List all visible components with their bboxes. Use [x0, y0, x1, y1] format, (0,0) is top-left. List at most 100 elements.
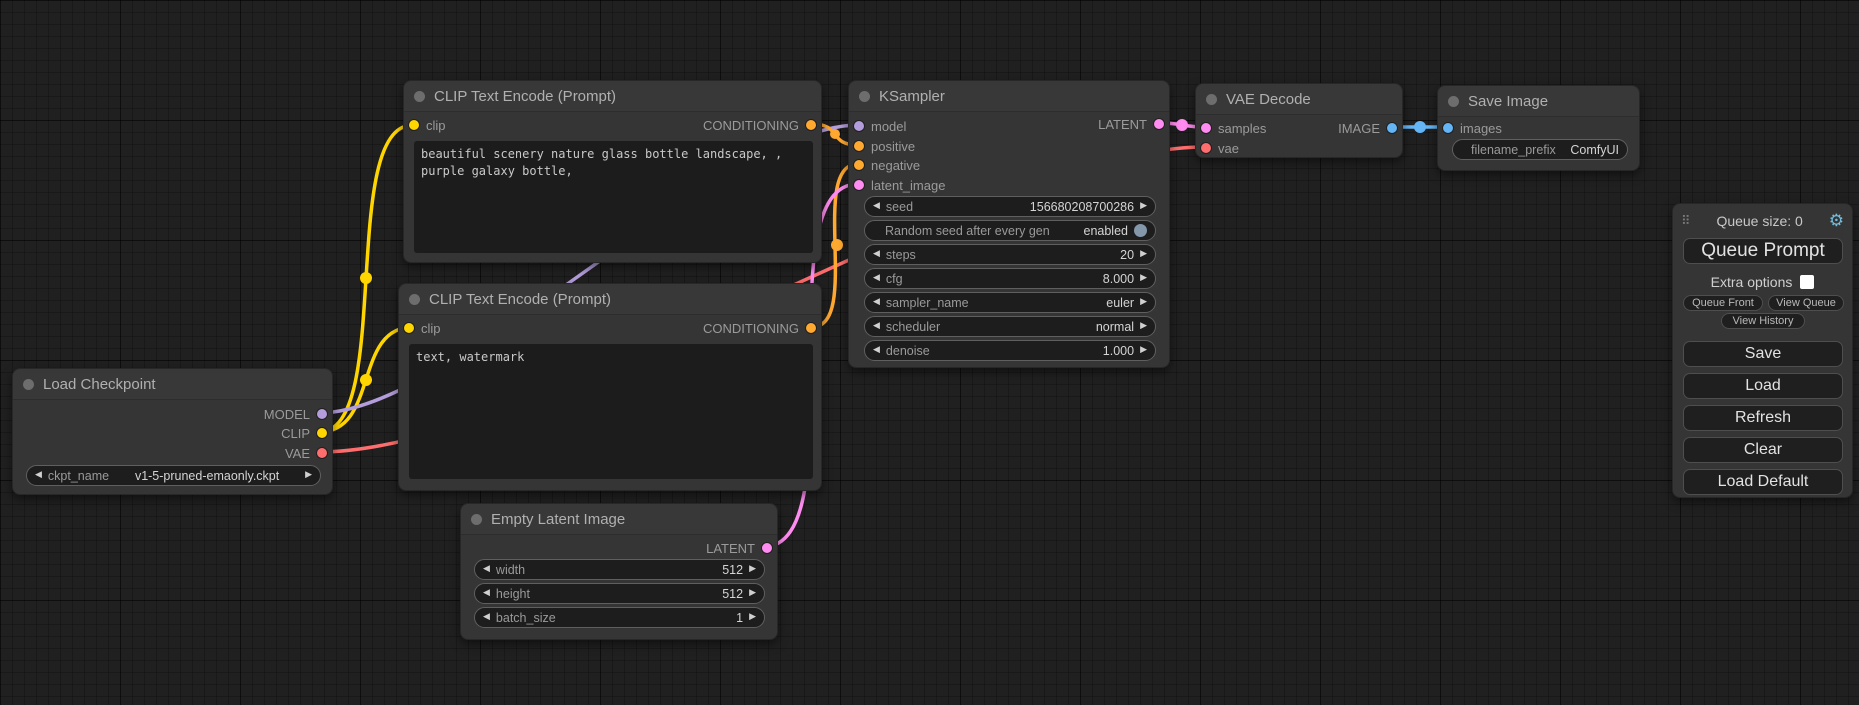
load-button[interactable]: Load [1683, 373, 1843, 399]
input-slot-latent-image[interactable]: latent_image [854, 175, 945, 195]
node-title-bar[interactable]: CLIP Text Encode (Prompt) [404, 81, 821, 112]
ckpt-name-widget[interactable]: ◀ ckpt_name v1-5-pruned-emaonly.ckpt ▶ [26, 465, 321, 486]
decrement-arrow-icon[interactable]: ◀ [873, 250, 880, 259]
node-ksampler[interactable]: KSampler model positive negative latent_… [848, 80, 1170, 368]
node-graph-canvas[interactable]: Load Checkpoint MODEL CLIP VAE ◀ ckpt_na… [0, 0, 1859, 705]
increment-arrow-icon[interactable]: ▶ [1140, 346, 1147, 355]
output-slot-latent[interactable]: LATENT [1098, 114, 1164, 134]
input-slot-images[interactable]: images [1443, 118, 1502, 138]
input-slot-dot[interactable] [409, 120, 419, 130]
output-slot-conditioning[interactable]: CONDITIONING [703, 318, 816, 338]
decrement-arrow-icon[interactable]: ◀ [873, 274, 880, 283]
node-collapse-dot[interactable] [471, 514, 482, 525]
node-collapse-dot[interactable] [1448, 96, 1459, 107]
node-title-bar[interactable]: Save Image [1438, 86, 1639, 117]
output-slot-model[interactable]: MODEL [264, 404, 327, 424]
filename-prefix-widget[interactable]: filename_prefix ComfyUI [1452, 139, 1628, 160]
input-slot-dot[interactable] [854, 121, 864, 131]
decrement-arrow-icon[interactable]: ◀ [873, 202, 880, 211]
queue-panel[interactable]: ⠿ Queue size: 0 ⚙ Queue Prompt Extra opt… [1672, 203, 1853, 498]
input-slot-dot[interactable] [404, 323, 414, 333]
increment-arrow-icon[interactable]: ▶ [1140, 298, 1147, 307]
load-default-button[interactable]: Load Default [1683, 469, 1843, 495]
node-collapse-dot[interactable] [1206, 94, 1217, 105]
input-slot-dot[interactable] [1443, 123, 1453, 133]
input-slot-vae[interactable]: vae [1201, 138, 1239, 158]
increment-arrow-icon[interactable]: ▶ [1140, 274, 1147, 283]
increment-arrow-icon[interactable]: ▶ [305, 471, 312, 480]
node-clip-text-encode-positive[interactable]: CLIP Text Encode (Prompt) clip CONDITION… [403, 80, 822, 263]
output-slot-image[interactable]: IMAGE [1338, 118, 1397, 138]
node-save-image[interactable]: Save Image images filename_prefix ComfyU… [1437, 85, 1640, 171]
negative-prompt-textarea[interactable]: text, watermark [409, 344, 813, 479]
input-slot-clip[interactable]: clip [409, 115, 446, 135]
save-button[interactable]: Save [1683, 341, 1843, 367]
node-collapse-dot[interactable] [409, 294, 420, 305]
input-slot-negative[interactable]: negative [854, 155, 920, 175]
drag-handle-icon[interactable]: ⠿ [1681, 214, 1691, 229]
input-slot-dot[interactable] [854, 141, 864, 151]
queue-front-button[interactable]: Queue Front [1683, 295, 1763, 311]
output-slot-dot[interactable] [317, 428, 327, 438]
decrement-arrow-icon[interactable]: ◀ [35, 471, 42, 480]
steps-widget[interactable]: ◀ steps 20 ▶ [864, 244, 1156, 265]
input-slot-dot[interactable] [854, 180, 864, 190]
output-slot-vae[interactable]: VAE [285, 443, 327, 463]
node-collapse-dot[interactable] [859, 91, 870, 102]
refresh-button[interactable]: Refresh [1683, 405, 1843, 431]
increment-arrow-icon[interactable]: ▶ [1140, 202, 1147, 211]
increment-arrow-icon[interactable]: ▶ [1140, 250, 1147, 259]
denoise-widget[interactable]: ◀ denoise 1.000 ▶ [864, 340, 1156, 361]
decrement-arrow-icon[interactable]: ◀ [873, 322, 880, 331]
decrement-arrow-icon[interactable]: ◀ [483, 589, 490, 598]
view-queue-button[interactable]: View Queue [1768, 295, 1844, 311]
node-collapse-dot[interactable] [23, 379, 34, 390]
toggle-enabled-icon[interactable] [1134, 224, 1147, 237]
decrement-arrow-icon[interactable]: ◀ [483, 565, 490, 574]
settings-gear-icon[interactable]: ⚙ [1829, 213, 1844, 230]
output-slot-dot[interactable] [317, 409, 327, 419]
output-slot-dot[interactable] [1387, 123, 1397, 133]
seed-widget[interactable]: ◀ seed 156680208700286 ▶ [864, 196, 1156, 217]
decrement-arrow-icon[interactable]: ◀ [873, 298, 880, 307]
decrement-arrow-icon[interactable]: ◀ [483, 613, 490, 622]
node-title-bar[interactable]: KSampler [849, 81, 1169, 112]
node-title-bar[interactable]: Empty Latent Image [461, 504, 777, 535]
node-empty-latent-image[interactable]: Empty Latent Image LATENT ◀ width 512 ▶ … [460, 503, 778, 640]
cfg-widget[interactable]: ◀ cfg 8.000 ▶ [864, 268, 1156, 289]
input-slot-dot[interactable] [1201, 123, 1211, 133]
input-slot-positive[interactable]: positive [854, 136, 915, 156]
node-title-bar[interactable]: Load Checkpoint [13, 369, 332, 400]
decrement-arrow-icon[interactable]: ◀ [873, 346, 880, 355]
output-slot-latent[interactable]: LATENT [706, 538, 772, 558]
output-slot-dot[interactable] [762, 543, 772, 553]
batch-size-widget[interactable]: ◀ batch_size 1 ▶ [474, 607, 765, 628]
node-clip-text-encode-negative[interactable]: CLIP Text Encode (Prompt) clip CONDITION… [398, 283, 822, 491]
sampler-name-widget[interactable]: ◀ sampler_name euler ▶ [864, 292, 1156, 313]
node-load-checkpoint[interactable]: Load Checkpoint MODEL CLIP VAE ◀ ckpt_na… [12, 368, 333, 495]
height-widget[interactable]: ◀ height 512 ▶ [474, 583, 765, 604]
input-slot-dot[interactable] [854, 160, 864, 170]
increment-arrow-icon[interactable]: ▶ [1140, 322, 1147, 331]
extra-options-checkbox[interactable] [1800, 275, 1814, 289]
positive-prompt-textarea[interactable]: beautiful scenery nature glass bottle la… [414, 141, 813, 253]
queue-prompt-button[interactable]: Queue Prompt [1683, 238, 1843, 264]
output-slot-dot[interactable] [806, 120, 816, 130]
output-slot-clip[interactable]: CLIP [281, 423, 327, 443]
output-slot-dot[interactable] [806, 323, 816, 333]
increment-arrow-icon[interactable]: ▶ [749, 565, 756, 574]
width-widget[interactable]: ◀ width 512 ▶ [474, 559, 765, 580]
input-slot-samples[interactable]: samples [1201, 118, 1266, 138]
node-collapse-dot[interactable] [414, 91, 425, 102]
increment-arrow-icon[interactable]: ▶ [749, 589, 756, 598]
view-history-button[interactable]: View History [1721, 313, 1805, 329]
increment-arrow-icon[interactable]: ▶ [749, 613, 756, 622]
node-vae-decode[interactable]: VAE Decode samples vae IMAGE [1195, 83, 1403, 158]
output-slot-dot[interactable] [317, 448, 327, 458]
input-slot-clip[interactable]: clip [404, 318, 441, 338]
input-slot-dot[interactable] [1201, 143, 1211, 153]
output-slot-dot[interactable] [1154, 119, 1164, 129]
random-seed-toggle-widget[interactable]: Random seed after every gen enabled [864, 220, 1156, 241]
node-title-bar[interactable]: CLIP Text Encode (Prompt) [399, 284, 821, 315]
node-title-bar[interactable]: VAE Decode [1196, 84, 1402, 115]
